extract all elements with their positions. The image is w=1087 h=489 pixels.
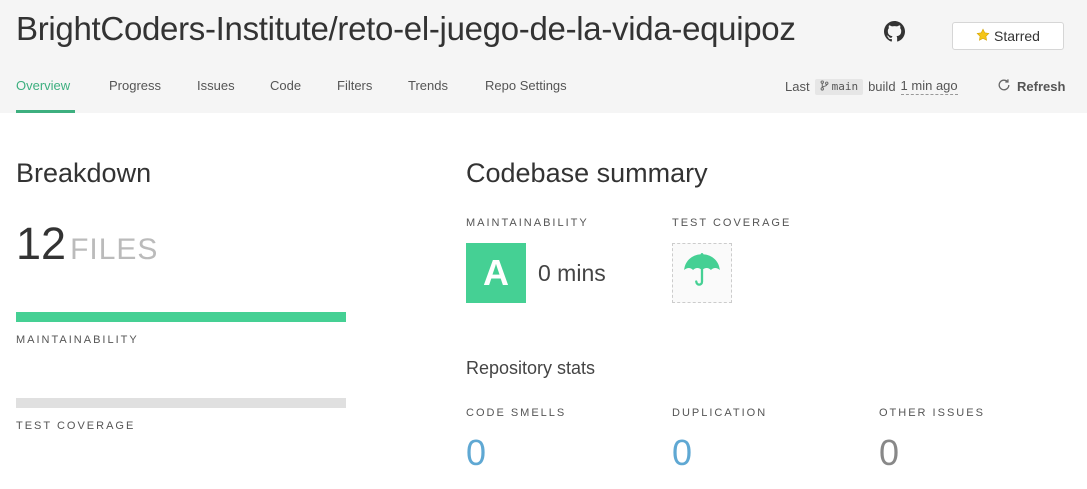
- maintainability-bar[interactable]: [16, 312, 346, 322]
- tab-repo-settings[interactable]: Repo Settings: [485, 78, 567, 113]
- test-coverage-bar[interactable]: [16, 398, 346, 408]
- summary-test-coverage-label: TEST COVERAGE: [672, 217, 792, 229]
- tab-overview[interactable]: Overview: [16, 78, 75, 113]
- star-icon: [976, 28, 990, 45]
- breakdown-maintainability-label: MAINTAINABILITY: [16, 334, 139, 346]
- breakdown-test-coverage-label: TEST COVERAGE: [16, 420, 136, 432]
- tab-progress[interactable]: Progress: [109, 78, 161, 113]
- file-count-value: 12: [16, 218, 67, 269]
- build-time[interactable]: 1 min ago: [900, 78, 958, 95]
- umbrella-icon: [681, 250, 723, 297]
- repository-stats-title: Repository stats: [466, 358, 596, 378]
- tab-trends[interactable]: Trends: [408, 78, 448, 113]
- file-count-unit: FILES: [70, 233, 159, 266]
- branch-badge: main: [814, 78, 864, 95]
- star-button[interactable]: Starred: [952, 22, 1064, 50]
- duplication-label: DUPLICATION: [672, 407, 768, 419]
- last-label: Last: [785, 79, 810, 94]
- code-smells-label: CODE SMELLS: [466, 407, 567, 419]
- file-count: 12 FILES: [16, 218, 158, 270]
- other-issues-value: 0: [879, 432, 900, 473]
- codebase-summary-title: Codebase summary: [466, 158, 708, 188]
- last-build-info: Last main build 1 min ago: [785, 78, 958, 95]
- github-icon[interactable]: [884, 21, 905, 42]
- duplication-value[interactable]: 0: [672, 432, 692, 474]
- tab-code[interactable]: Code: [270, 78, 301, 113]
- repo-header: BrightCoders-Institute/reto-el-juego-de-…: [0, 0, 1087, 113]
- star-label: Starred: [994, 28, 1040, 44]
- branch-icon: [820, 79, 829, 94]
- maintainability-time: 0 mins: [538, 260, 606, 286]
- repo-title[interactable]: BrightCoders-Institute/reto-el-juego-de-…: [16, 10, 796, 48]
- test-coverage-placeholder[interactable]: [672, 243, 732, 303]
- refresh-icon: [997, 78, 1011, 95]
- breakdown-title: Breakdown: [16, 158, 152, 188]
- other-issues-label: OTHER ISSUES: [879, 407, 985, 419]
- refresh-button[interactable]: Refresh: [997, 78, 1065, 95]
- tab-filters[interactable]: Filters: [337, 78, 372, 113]
- code-smells-value[interactable]: 0: [466, 432, 486, 474]
- summary-maintainability-label: MAINTAINABILITY: [466, 217, 589, 229]
- build-label: build: [868, 79, 896, 94]
- branch-name: main: [831, 80, 859, 93]
- refresh-label: Refresh: [1017, 79, 1066, 94]
- maintainability-grade-badge[interactable]: A: [466, 243, 526, 303]
- tab-issues[interactable]: Issues: [197, 78, 235, 113]
